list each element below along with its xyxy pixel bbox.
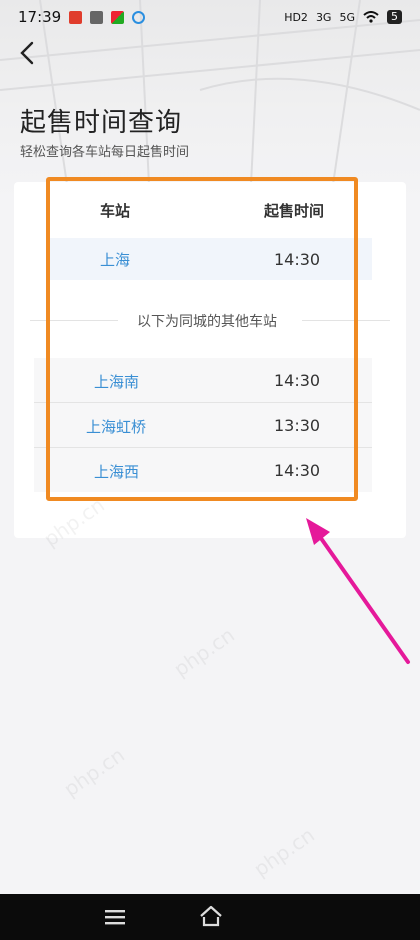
sale-time: 14:30 xyxy=(274,461,321,480)
divider-text: 以下为同城的其他车站 xyxy=(137,314,277,330)
station-name[interactable]: 上海 xyxy=(100,249,130,270)
divider-line-left xyxy=(30,320,118,321)
battery-indicator: 5 xyxy=(387,10,402,24)
sale-time: 14:30 xyxy=(274,371,321,390)
table-header: 车站 起售时间 xyxy=(14,182,406,236)
sale-time-card: 车站 起售时间 上海 14:30 以下为同城的其他车站 上海南 14:30 上海… xyxy=(14,182,406,538)
column-header-station: 车站 xyxy=(100,202,131,220)
sale-time: 13:30 xyxy=(274,416,321,435)
watermark: php.cn xyxy=(169,622,239,682)
chevron-left-icon xyxy=(20,41,34,65)
status-bar: 17:39 HD2 3G 5G 5 xyxy=(0,0,420,34)
watermark: php.cn xyxy=(59,742,129,802)
table-row[interactable]: 上海虹桥 13:30 xyxy=(34,403,372,448)
back-button[interactable] xyxy=(12,38,42,68)
status-time: 17:39 xyxy=(18,8,62,26)
main-station-row[interactable]: 上海 14:30 xyxy=(50,238,372,280)
system-navigation-bar xyxy=(0,894,420,940)
sync-icon xyxy=(132,10,146,24)
same-city-divider: 以下为同城的其他车站 xyxy=(14,306,406,336)
watermark: php.cn xyxy=(249,822,319,882)
table-row[interactable]: 上海南 14:30 xyxy=(34,358,372,403)
network-hd-label: HD2 xyxy=(284,10,308,24)
news-app-icon xyxy=(69,10,83,24)
network-3g-label: 3G xyxy=(315,10,332,24)
column-header-sale-time: 起售时间 xyxy=(264,202,325,220)
sale-time: 14:30 xyxy=(274,250,321,269)
page-title: 起售时间查询 xyxy=(20,108,183,138)
station-name[interactable]: 上海西 xyxy=(94,461,139,482)
home-icon[interactable] xyxy=(198,904,224,928)
wifi-icon xyxy=(363,11,379,23)
sim-icon xyxy=(90,10,104,24)
divider-line-right xyxy=(302,320,390,321)
table-row[interactable]: 上海西 14:30 xyxy=(34,448,372,492)
page-subtitle: 轻松查询各车站每日起售时间 xyxy=(20,145,190,160)
app-notification-icon xyxy=(111,10,125,24)
station-name[interactable]: 上海虹桥 xyxy=(86,416,146,437)
network-5g-label: 5G xyxy=(339,10,355,24)
hamburger-icon[interactable] xyxy=(103,906,127,928)
station-name[interactable]: 上海南 xyxy=(94,371,139,392)
